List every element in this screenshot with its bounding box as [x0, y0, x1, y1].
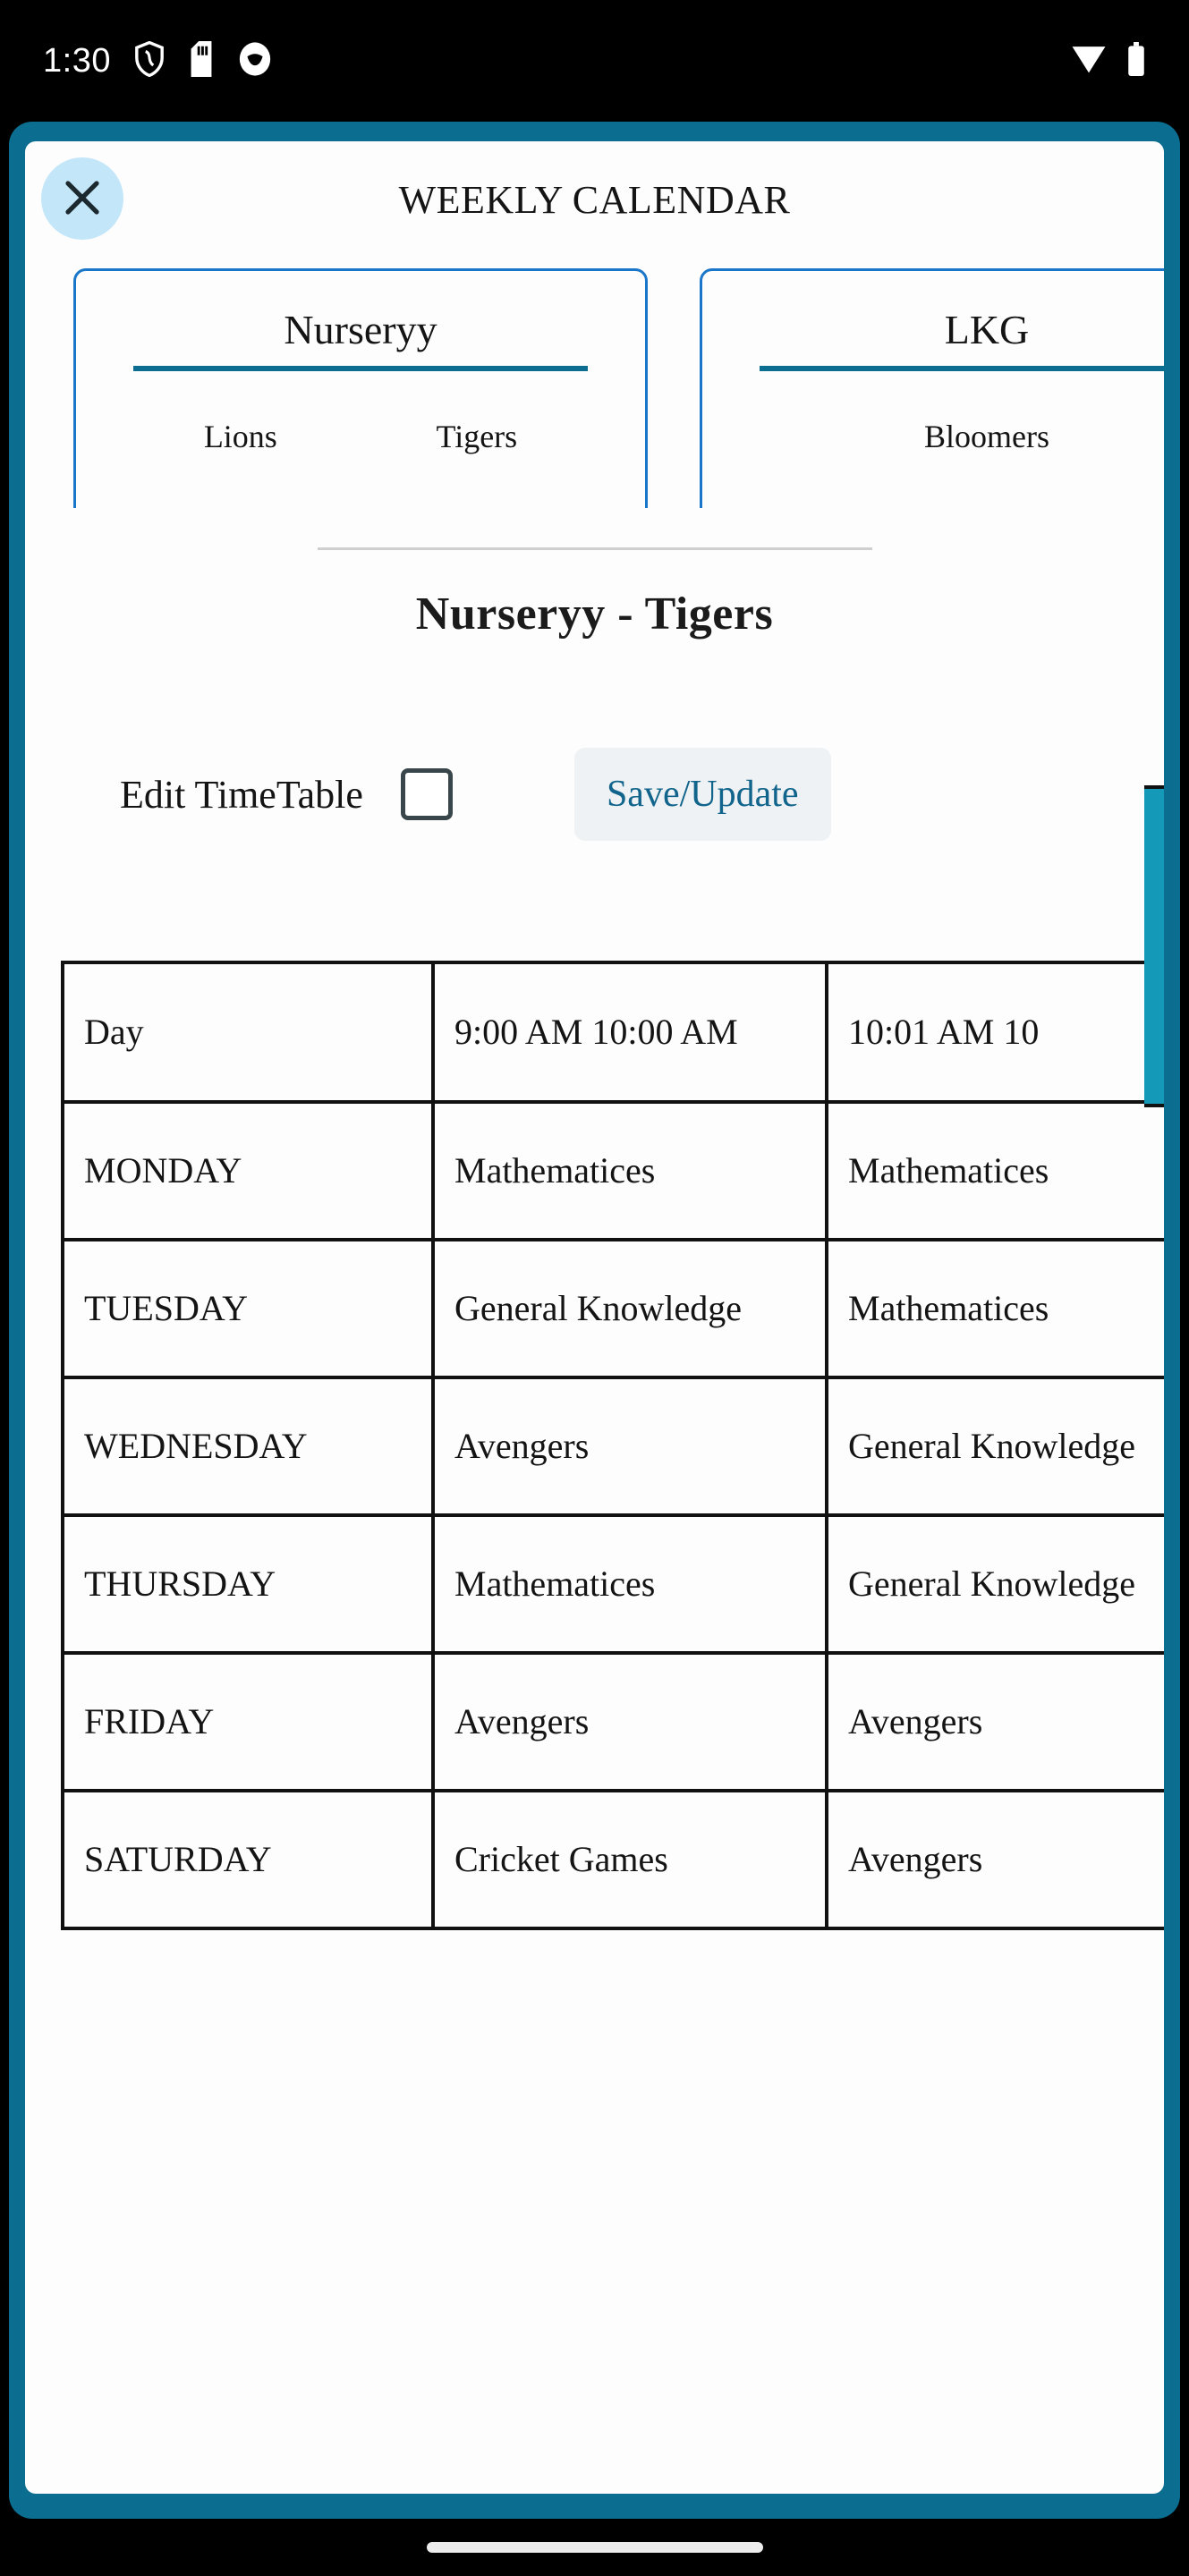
modal-header: WEEKLY CALENDAR: [25, 141, 1164, 265]
status-bar-right: [1071, 41, 1146, 80]
android-status-bar: 1:30: [0, 0, 1189, 122]
android-navigation-bar: [0, 2519, 1189, 2576]
status-bar-clock: 1:30: [43, 41, 111, 80]
table-row: SATURDAY Cricket Games Avengers Avengers: [61, 1789, 1164, 1930]
save-update-button[interactable]: Save/Update: [573, 748, 831, 841]
edit-timetable-checkbox[interactable]: [400, 768, 453, 820]
timetable-slot-cell[interactable]: Mathematices: [825, 1238, 1164, 1379]
timetable-slot-cell[interactable]: Mathematices: [431, 1100, 828, 1241]
timetable-slot-cell[interactable]: Mathematices: [431, 1513, 828, 1655]
timetable-controls: Edit TimeTable Save/Update: [25, 748, 1164, 841]
table-row: MONDAY Mathematices Mathematices Avenger…: [61, 1100, 1164, 1241]
page-title: WEEKLY CALENDAR: [398, 178, 791, 222]
timetable-day-cell: WEDNESDAY: [61, 1376, 435, 1517]
timetable-slot-cell[interactable]: Avengers: [431, 1376, 828, 1517]
timetable-slot-cell[interactable]: Mathematices: [825, 1100, 1164, 1241]
timetable-slot-cell[interactable]: Cricket Games: [431, 1789, 828, 1930]
class-card-rule: [133, 366, 588, 372]
selected-class-heading: Nurseryy - Tigers: [415, 589, 774, 640]
class-card-title: LKG: [944, 307, 1030, 352]
class-cards-scroller[interactable]: Nurseryy Lions Tigers LKG Bloomers: [25, 268, 1164, 508]
timetable-day-cell: TUESDAY: [61, 1238, 435, 1379]
timetable-header-slot-1: 9:00 AM 10:00 AM: [431, 961, 828, 1104]
app-window-frame: WEEKLY CALENDAR Nurseryy Lions Tigers LK…: [9, 122, 1180, 2519]
timetable-body: Day 9:00 AM 10:00 AM 10:01 AM 10 11:01 A…: [61, 961, 1164, 1930]
wifi-icon: [1071, 44, 1107, 79]
timetable-header-day: Day: [61, 961, 435, 1104]
timetable-header-slot-2: 10:01 AM 10: [825, 961, 1164, 1104]
section-chip-tigers[interactable]: Tigers: [436, 418, 517, 455]
timetable-slot-cell[interactable]: General Knowledge: [431, 1238, 828, 1379]
class-card-title: Nurseryy: [284, 307, 437, 352]
edit-timetable-label: Edit TimeTable: [120, 772, 363, 817]
battery-icon: [1126, 41, 1146, 80]
app-surface: WEEKLY CALENDAR Nurseryy Lions Tigers LK…: [25, 141, 1164, 2494]
timetable-slot-cell[interactable]: General Knowledge: [825, 1513, 1164, 1655]
app-badge-icon: [238, 41, 272, 81]
gesture-handle[interactable]: [426, 2542, 763, 2553]
status-bar-left: 1:30: [43, 40, 272, 81]
table-row: TUESDAY General Knowledge Mathematices A…: [61, 1238, 1164, 1379]
background-panel-strip: [1144, 785, 1164, 1107]
timetable-day-cell: FRIDAY: [61, 1651, 435, 1792]
timetable-day-cell: THURSDAY: [61, 1513, 435, 1655]
timetable-slot-cell[interactable]: Avengers: [825, 1651, 1164, 1792]
section-chip-bloomers[interactable]: Bloomers: [924, 418, 1049, 455]
class-sections: Bloomers: [760, 418, 1164, 455]
timetable-slot-cell[interactable]: General Knowledge: [825, 1376, 1164, 1517]
timetable-slot-cell[interactable]: Avengers: [431, 1651, 828, 1792]
class-card-nurseryy[interactable]: Nurseryy Lions Tigers: [73, 268, 648, 508]
timetable-day-cell: SATURDAY: [61, 1789, 435, 1930]
section-chip-lions[interactable]: Lions: [204, 418, 277, 455]
timetable: Day 9:00 AM 10:00 AM 10:01 AM 10 11:01 A…: [61, 961, 1164, 1930]
table-row: THURSDAY Mathematices General Knowledge …: [61, 1513, 1164, 1655]
table-row: WEDNESDAY Avengers General Knowledge Mat…: [61, 1376, 1164, 1517]
shield-icon: [134, 40, 165, 81]
timetable-day-cell: MONDAY: [61, 1100, 435, 1241]
timetable-slot-cell[interactable]: Avengers: [825, 1789, 1164, 1930]
class-card-lkg[interactable]: LKG Bloomers: [700, 268, 1164, 508]
class-sections: Lions Tigers: [133, 418, 588, 455]
timetable-scroller[interactable]: Day 9:00 AM 10:00 AM 10:01 AM 10 11:01 A…: [25, 961, 1164, 1936]
sim-card-icon: [188, 40, 215, 81]
section-divider: [317, 547, 872, 550]
class-card-rule: [760, 366, 1164, 372]
table-row: FRIDAY Avengers Avengers Cricket Games: [61, 1651, 1164, 1792]
timetable-header-row: Day 9:00 AM 10:00 AM 10:01 AM 10 11:01 A…: [61, 961, 1164, 1104]
